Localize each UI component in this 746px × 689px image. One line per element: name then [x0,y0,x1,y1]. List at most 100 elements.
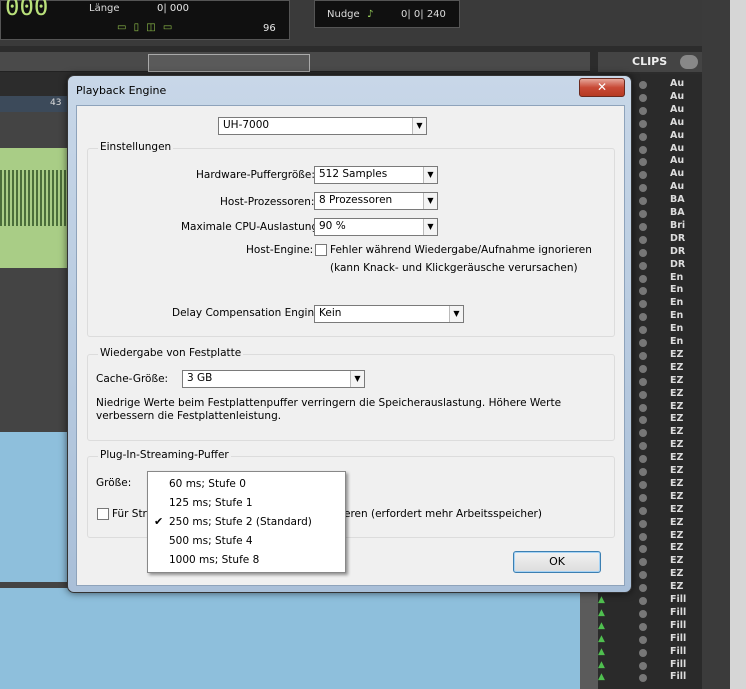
clip-name: EZ [670,374,684,386]
note-icon: ♪ [367,9,374,20]
dropdown-option[interactable]: 125 ms; Stufe 1 [148,494,345,513]
clip-name: EZ [670,516,684,528]
clip-item[interactable]: ▲ Fill [598,671,702,684]
clip-dot-icon [639,210,647,218]
dialog-title: Playback Engine [76,84,167,97]
clip-name: BA [670,207,685,218]
clip-name: EZ [670,568,684,580]
host-proc-label: Host-Prozessoren: [220,196,315,208]
cpu-label: Maximale CPU-Auslastung: [181,221,322,233]
streaming-checkbox-label-end: eren (erfordert mehr Arbeitsspeicher) [344,508,542,520]
cache-select[interactable]: 3 GB ▼ [182,370,365,388]
audio-waveform [0,170,70,226]
clip-name: Au [670,129,685,141]
dropdown-option[interactable]: 60 ms; Stufe 0 [148,475,345,494]
clip-dot-icon [639,222,647,231]
ok-button[interactable]: OK [513,551,601,573]
counter-value: 000 [5,0,49,21]
cpu-select[interactable]: 90 % ▼ [314,218,438,236]
clip-dot-icon [639,93,647,102]
clip-dot-icon [639,81,647,89]
clip-name: EZ [670,555,684,567]
clip-dot-icon [639,364,647,373]
delay-label: Delay Compensation Engine: [172,307,325,319]
clip-item[interactable]: ▲ Fill [598,659,702,672]
clip-dot-icon [639,442,647,451]
clip-dot-icon [639,558,647,567]
clip-name: Au [670,142,685,154]
buffer-select[interactable]: 512 Samples ▼ [314,166,438,184]
clip-dot-icon [639,519,647,528]
clip-dot-icon [639,158,647,167]
clip-dot-icon [639,584,647,593]
clips-menu-button[interactable] [680,55,698,69]
clip-dot-icon [639,171,647,180]
clip-dot-icon [639,377,647,386]
clip-dot-icon [639,300,647,309]
streaming-buffer-dropdown[interactable]: 60 ms; Stufe 0 125 ms; Stufe 1 ✔ 250 ms; St… [147,471,346,573]
cache-label: Cache-Größe: [96,373,169,385]
clip-dot-icon [639,571,647,580]
host-engine-label: Host-Engine: [246,244,314,256]
track-icon: ▲ [598,620,605,631]
clip-dot-icon [639,545,647,554]
close-button[interactable]: ✕ [579,78,625,97]
clip-name: Fill [670,594,687,605]
dropdown-option[interactable]: 1000 ms; Stufe 8 [148,551,345,570]
laenge-label: Länge [89,3,120,14]
clip-dot-icon [639,184,647,193]
host-proc-select[interactable]: 8 Prozessoren ▼ [314,192,438,210]
clip-dot-icon [639,132,647,141]
timeline-scroll-thumb[interactable] [148,54,310,72]
clip-name: Au [670,103,685,115]
nudge-display[interactable]: Nudge ♪ 0| 0| 240 [314,0,460,28]
clip-dot-icon [639,674,647,683]
delay-select[interactable]: Kein ▼ [314,305,464,323]
clip-dot-icon [639,429,647,438]
dropdown-option[interactable]: 500 ms; Stufe 4 [148,532,345,551]
device-select[interactable]: UH-7000 ▼ [218,117,427,135]
clip-dot-icon [639,235,647,244]
festplatte-title: Wiedergabe von Festplatte [98,347,244,359]
clip-name: DR [670,245,686,257]
clip-name: Bri [670,219,686,231]
clip-name: EZ [670,465,684,476]
clip-name: Fill [670,658,687,670]
laenge-value: 0| 000 [157,3,189,14]
clip-item[interactable]: ▲ Fill [598,646,702,659]
track-icon: ▲ [598,595,605,605]
clip-dot-icon [639,468,647,476]
chevron-down-icon: ▼ [423,219,437,235]
clip-item[interactable]: ▲ Fill [598,607,702,620]
grid-value[interactable]: 96 [263,23,276,34]
festplatte-note-2: verbessern die Festplattenleistung. [96,410,282,422]
clip-dot-icon [639,648,647,657]
ruler-marker: 43 [0,96,70,112]
clip-name: EZ [670,503,684,515]
clip-name: EZ [670,413,684,425]
clip-item[interactable]: ▲ Fill [598,594,702,607]
streaming-checkbox[interactable] [97,508,109,520]
clip-name: Fill [670,645,687,657]
clip-name: EZ [670,581,684,593]
main-counter: 000 Länge 0| 000 ▭ ▯ ◫ ▭ 96 [0,0,290,40]
dropdown-option[interactable]: ✔ 250 ms; Stufe 2 (Standard) [148,513,345,532]
clip-dot-icon [639,339,647,347]
clip-dot-icon [639,261,647,270]
host-engine-checkbox[interactable] [315,244,327,256]
clip-item[interactable]: ▲ Fill [598,620,702,633]
clip-name: Au [670,168,685,180]
clip-name: En [670,297,684,309]
clip-dot-icon [639,287,647,296]
dropdown-option-label: 60 ms; Stufe 0 [169,478,246,490]
right-edge-panel [730,0,746,689]
grid-icons[interactable]: ▭ ▯ ◫ ▭ [117,22,174,33]
clip-item[interactable]: ▲ Fill [598,633,702,646]
dropdown-option-label: 500 ms; Stufe 4 [169,535,253,547]
chevron-down-icon: ▼ [412,118,426,134]
track-icon: ▲ [598,672,605,683]
clip-name: Fill [670,606,687,618]
clip-dot-icon [639,455,647,464]
midi-track-blue-2[interactable] [0,588,598,689]
track-icon: ▲ [598,646,605,657]
